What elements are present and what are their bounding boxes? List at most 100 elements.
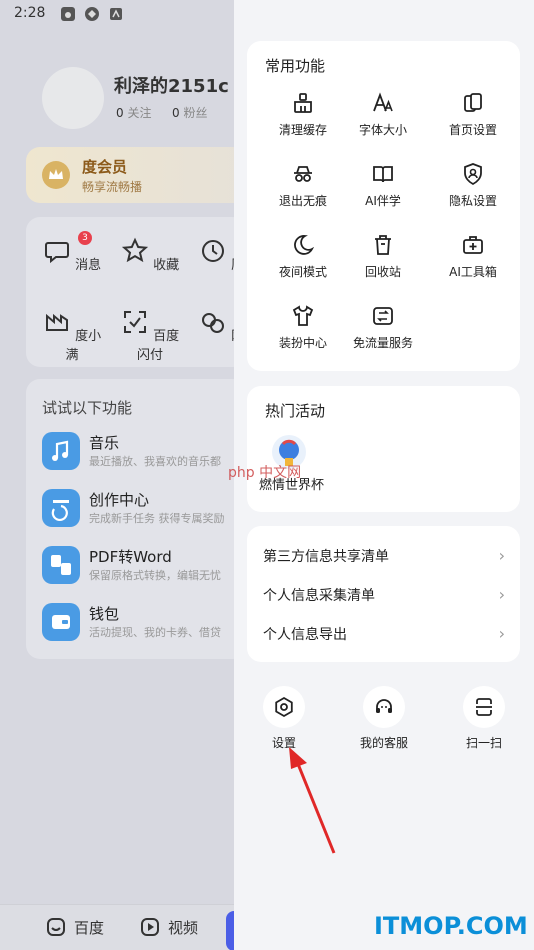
book-icon xyxy=(373,166,393,183)
common-function-label: 夜间模式 xyxy=(278,265,327,279)
font-size-icon xyxy=(373,92,393,112)
duxiaoman-icon xyxy=(45,313,68,331)
common-function-9[interactable]: AI工具箱 xyxy=(428,233,518,280)
common-function-label: 免流量服务 xyxy=(352,336,413,350)
list-item-personal-info-collection[interactable]: 个人信息采集清单 › xyxy=(263,585,505,621)
common-function-label: 清理缓存 xyxy=(278,123,327,137)
privacy-shield-icon xyxy=(464,163,482,186)
toolbox-icon xyxy=(463,236,483,254)
data-free-icon xyxy=(373,307,393,325)
common-function-10[interactable]: 装扮中心 xyxy=(258,304,348,351)
center-tab-edge[interactable] xyxy=(226,911,234,950)
grid-label-favorites: 收藏 xyxy=(153,258,180,273)
bottom-nav: 百度 视频 xyxy=(0,904,234,950)
customer-service-button[interactable]: 我的客服 xyxy=(344,686,424,751)
php-watermark: php 中文网 xyxy=(228,465,302,481)
features-title: 试试以下功能 xyxy=(42,399,133,417)
video-icon xyxy=(141,918,159,936)
star-icon xyxy=(121,237,149,263)
common-function-2[interactable]: 字体大小 xyxy=(338,91,428,138)
common-function-4[interactable]: 退出无痕 xyxy=(258,162,348,209)
common-function-label: 退出无痕 xyxy=(278,194,327,208)
message-icon xyxy=(44,242,69,264)
hot-activity-panel: 热门活动 燃情世界杯 xyxy=(247,386,520,512)
follow-stat[interactable]: 0 关注 xyxy=(116,104,151,121)
common-function-6[interactable]: 隐私设置 xyxy=(428,162,518,209)
list-item-label: 个人信息导出 xyxy=(263,627,347,643)
vip-subtitle: 畅享流畅播 xyxy=(82,180,143,194)
crown-icon xyxy=(42,161,70,189)
tab-video[interactable]: 视频 xyxy=(168,917,198,938)
vip-title: 度会员 xyxy=(82,158,128,176)
grid-item-favorites[interactable]: 收藏 xyxy=(120,237,180,273)
feature-name: 创作中心 xyxy=(89,491,150,509)
app-notification-icon xyxy=(61,7,75,21)
feature-desc: 最近播放、我喜欢的音乐都 xyxy=(89,455,221,468)
message-badge: 3 xyxy=(78,231,92,245)
feature-pdf-to-word[interactable]: PDF转Word 保留原格式转换，编辑无忧 xyxy=(42,546,234,586)
home-settings-icon xyxy=(464,93,482,112)
common-function-label: 装扮中心 xyxy=(278,336,327,350)
common-function-label: 隐私设置 xyxy=(448,194,497,208)
itmop-watermark: ITMOP.COM xyxy=(374,912,528,940)
list-item-third-party-sharing[interactable]: 第三方信息共享清单 › xyxy=(263,546,505,582)
common-functions-title: 常用功能 xyxy=(265,57,326,75)
common-function-label: AI工具箱 xyxy=(449,265,497,279)
common-function-7[interactable]: 夜间模式 xyxy=(258,233,348,280)
settings-button[interactable]: 设置 xyxy=(244,686,324,751)
common-function-8[interactable]: 回收站 xyxy=(338,233,428,280)
feature-name: 音乐 xyxy=(89,434,120,452)
moon-icon xyxy=(294,235,315,255)
status-time: 2:28 xyxy=(14,5,46,21)
grid-label-messages: 消息 xyxy=(75,258,102,273)
netdisk-icon xyxy=(201,313,224,333)
fans-stat[interactable]: 0 粉丝 xyxy=(172,104,207,121)
common-function-5[interactable]: AI伴学 xyxy=(338,162,428,209)
chevron-right-icon: › xyxy=(498,585,505,604)
common-function-3[interactable]: 首页设置 xyxy=(428,91,518,138)
clock-icon xyxy=(201,240,224,262)
list-item-label: 第三方信息共享清单 xyxy=(263,549,389,565)
wallet-icon xyxy=(42,603,80,641)
feature-wallet[interactable]: 钱包 活动提现、我的卡券、借贷 xyxy=(42,603,234,643)
follow-label: 关注 xyxy=(127,106,152,120)
avatar[interactable] xyxy=(42,67,104,129)
feature-name: PDF转Word xyxy=(89,548,172,566)
common-function-11[interactable]: 免流量服务 xyxy=(338,304,428,351)
app-notification-icon-3 xyxy=(110,8,122,20)
grid-item-history[interactable]: 历史 xyxy=(198,237,234,273)
music-icon xyxy=(42,432,80,470)
common-function-label: 首页设置 xyxy=(448,123,497,137)
list-item-personal-info-export[interactable]: 个人信息导出 › xyxy=(263,624,505,660)
fans-count: 0 xyxy=(172,106,180,120)
creator-icon xyxy=(42,489,80,527)
hot-activity-title: 热门活动 xyxy=(265,402,326,420)
vip-banner[interactable]: 度会员 畅享流畅播 xyxy=(26,147,234,203)
grid-item-duxiaoman[interactable]: 度小满 xyxy=(42,308,102,363)
list-item-label: 个人信息采集清单 xyxy=(263,588,375,604)
common-function-label: 字体大小 xyxy=(358,123,407,137)
common-function-label: AI伴学 xyxy=(365,194,401,208)
scan-label: 扫一扫 xyxy=(465,736,502,750)
trash-icon xyxy=(375,235,391,255)
app-notification-icon-2 xyxy=(85,7,99,21)
pdf-word-icon xyxy=(42,546,80,584)
tab-baidu[interactable]: 百度 xyxy=(74,917,104,938)
common-function-1[interactable]: 清理缓存 xyxy=(258,91,348,138)
broom-icon xyxy=(294,93,312,113)
scan-pay-icon xyxy=(123,311,146,333)
chevron-right-icon: › xyxy=(498,546,505,565)
feature-desc: 完成新手任务 获得专属奖励 xyxy=(89,512,225,525)
grid-item-baidu-pay[interactable]: 百度闪付 xyxy=(120,308,180,363)
feature-music[interactable]: 音乐 最近播放、我喜欢的音乐都 xyxy=(42,432,234,472)
grid-item-netdisk[interactable]: 网盘 xyxy=(198,308,234,344)
username[interactable]: 利泽的2151c xyxy=(114,72,229,98)
grid-label-duxiaoman: 度小满 xyxy=(65,329,102,363)
feature-creator-center[interactable]: 创作中心 完成新手任务 获得专属奖励 xyxy=(42,489,234,529)
red-arrow-annotation xyxy=(289,747,336,854)
scan-icon xyxy=(463,686,505,728)
common-functions-panel: 常用功能 清理缓存 字体大小 首页设置退出无痕 AI伴学 隐私设置夜间模式 回收站 AI工具… xyxy=(247,41,520,371)
background-page: 利泽的2151c 0 关注 0 粉丝 度会员 畅享流畅播 消息 3 收藏 历史 … xyxy=(0,0,234,950)
grid-item-messages[interactable]: 消息 xyxy=(42,237,102,273)
scan-button[interactable]: 扫一扫 xyxy=(444,686,524,751)
